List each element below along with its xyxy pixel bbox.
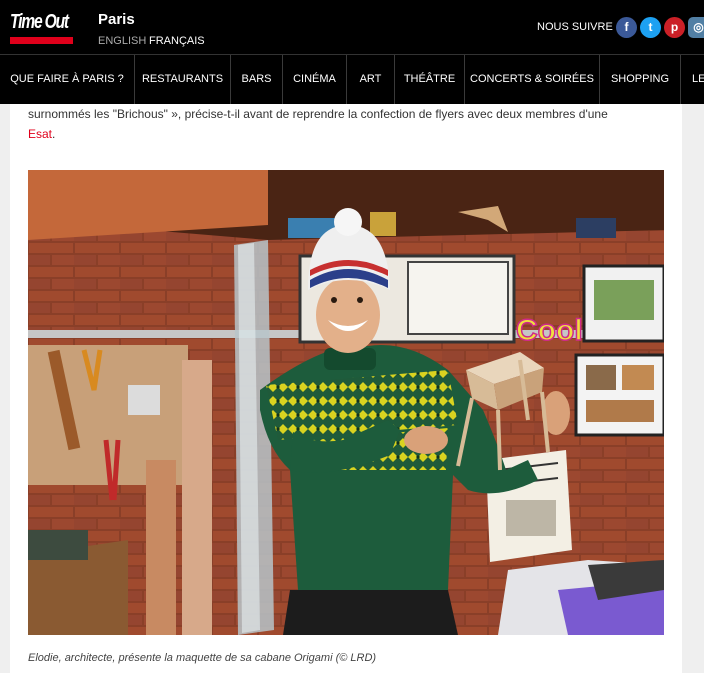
pinterest-icon[interactable]: p [664,17,685,38]
cool-sign: Cool [516,314,583,347]
article-paragraph: surnommés les "Brichous" », précise-t-il… [28,104,668,144]
city-title[interactable]: Paris [98,11,135,28]
paragraph-end: . [52,127,56,141]
photo-caption: Elodie, architecte, présente la maquette… [28,652,377,664]
nav-item-restaurants[interactable]: RESTAURANTS [135,55,230,104]
facebook-icon[interactable]: f [616,17,637,38]
nav-item-theatre[interactable]: THÉÂTRE [395,55,464,104]
nav-item-art[interactable]: ART [347,55,394,104]
logo-red-bar [10,37,73,44]
nav-item-bars[interactable]: BARS [231,55,282,104]
twitter-icon[interactable]: t [640,17,661,38]
nav-item-que-faire[interactable]: QUE FAIRE À PARIS ? [0,55,134,104]
main-nav: QUE FAIRE À PARIS ? RESTAURANTS BARS CIN… [0,54,704,104]
nav-item-shopping[interactable]: SHOPPING [600,55,680,104]
nav-item-concerts[interactable]: CONCERTS & SOIRÉES [465,55,599,104]
language-english-link[interactable]: ENGLISH [98,35,146,47]
paragraph-line-1: surnommés les "Brichous" », précise-t-il… [28,107,608,121]
article-photo: Cool [28,170,664,635]
esat-link[interactable]: Esat [28,127,52,141]
timeout-logo[interactable]: Time Out [10,11,73,46]
language-french-link[interactable]: FRANÇAIS [149,35,205,47]
nav-item-more[interactable]: LE [681,55,704,104]
follow-label: NOUS SUIVRE [537,21,613,33]
instagram-icon[interactable]: ◎ [688,17,704,38]
nav-item-cinema[interactable]: CINÉMA [283,55,346,104]
top-bar: Time Out Paris ENGLISH FRANÇAIS NOUS SUI… [0,0,704,54]
logo-text: Time Out [10,11,69,33]
